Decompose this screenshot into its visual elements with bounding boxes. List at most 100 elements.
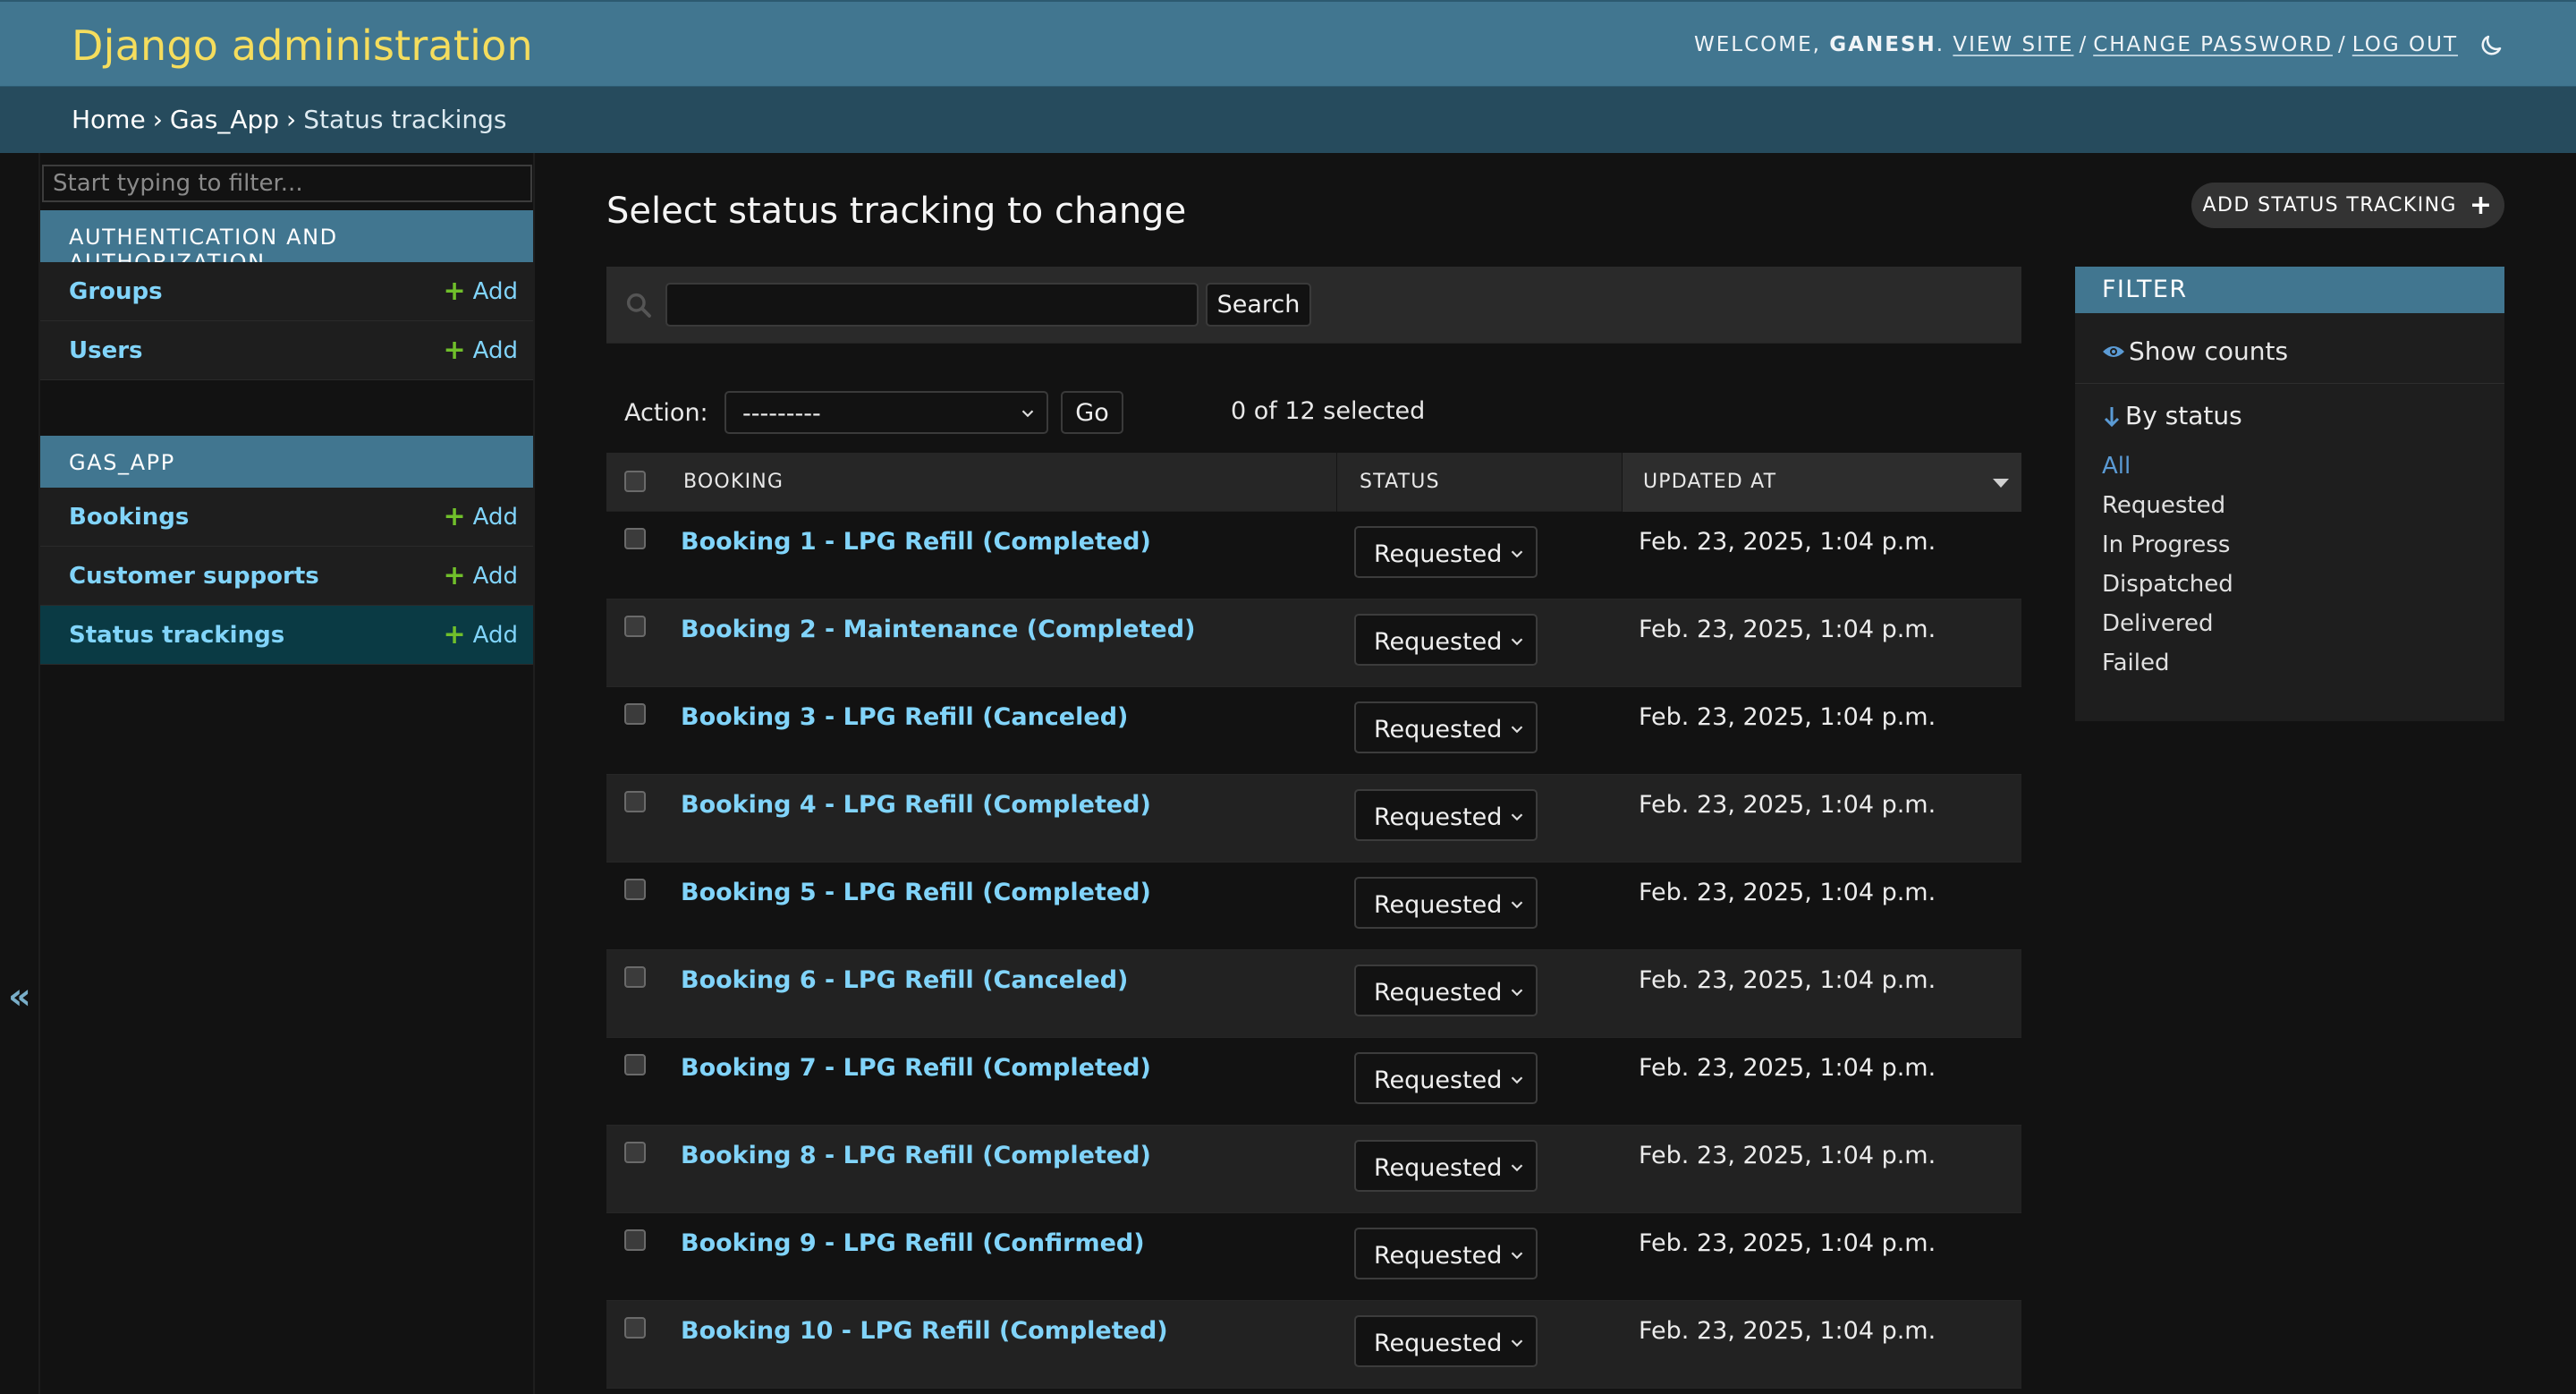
sort-desc-icon[interactable]: [1993, 479, 2009, 488]
updated-at-cell: Feb. 23, 2025, 1:04 p.m.: [1639, 528, 1936, 556]
sidebar-item-status-trackings[interactable]: Status trackings + Add: [40, 606, 533, 665]
filter-choice[interactable]: All: [2102, 453, 2233, 492]
row-checkbox[interactable]: [624, 791, 646, 812]
booking-link[interactable]: Booking 4 - LPG Refill (Completed): [681, 791, 1151, 819]
plus-icon: +: [2469, 189, 2494, 221]
breadcrumb: Home › Gas_App › Status trackings: [0, 87, 2576, 153]
row-checkbox[interactable]: [624, 1054, 646, 1075]
updated-at-cell: Feb. 23, 2025, 1:04 p.m.: [1639, 879, 1936, 906]
plus-icon: +: [443, 334, 466, 366]
chevron-down-icon: [1511, 901, 1523, 909]
table-row: Booking 5 - LPG Refill (Completed) Reques…: [606, 863, 2021, 950]
status-select[interactable]: Requested: [1354, 877, 1538, 929]
plus-icon: +: [443, 559, 466, 591]
table-row: Booking 9 - LPG Refill (Confirmed) Reques…: [606, 1213, 2021, 1301]
row-checkbox[interactable]: [624, 616, 646, 637]
select-all-checkbox[interactable]: [624, 471, 646, 492]
filter-choice[interactable]: In Progress: [2102, 531, 2233, 571]
table-row: Booking 3 - LPG Refill (Canceled) Request…: [606, 687, 2021, 775]
status-select[interactable]: Requested: [1354, 1228, 1538, 1279]
go-button[interactable]: Go: [1061, 391, 1123, 434]
sidebar-toggle-button[interactable]: «: [8, 976, 31, 1017]
booking-link[interactable]: Booking 6 - LPG Refill (Canceled): [681, 966, 1128, 994]
add-status-tracking-button[interactable]: ADD STATUS TRACKING +: [2191, 183, 2504, 228]
welcome-text: WELCOME,: [1694, 33, 1821, 56]
sidebar-item-groups[interactable]: Groups + Add: [40, 262, 533, 321]
row-checkbox[interactable]: [624, 1317, 646, 1339]
booking-link[interactable]: Booking 10 - LPG Refill (Completed): [681, 1317, 1168, 1345]
filter-choice[interactable]: Delivered: [2102, 610, 2233, 650]
sidebar-item-users[interactable]: Users + Add: [40, 321, 533, 380]
module-caption-auth[interactable]: AUTHENTICATION AND AUTHORIZATION: [40, 210, 533, 275]
nav-filter-input[interactable]: [42, 165, 532, 202]
filter-choice[interactable]: Dispatched: [2102, 571, 2233, 610]
booking-link[interactable]: Booking 2 - Maintenance (Completed): [681, 616, 1195, 643]
table-row: Booking 2 - Maintenance (Completed) Reque…: [606, 599, 2021, 687]
result-table: BOOKING STATUS UPDATED AT Booking 1 - LP…: [606, 453, 2021, 1389]
add-status-trackings-link[interactable]: + Add: [444, 621, 518, 649]
add-groups-link[interactable]: + Add: [444, 277, 518, 305]
updated-at-cell: Feb. 23, 2025, 1:04 p.m.: [1639, 1054, 1936, 1082]
status-select[interactable]: Requested: [1354, 1315, 1538, 1367]
add-bookings-link[interactable]: + Add: [443, 500, 518, 532]
column-header-updated-at[interactable]: UPDATED AT: [1643, 471, 1776, 493]
search-input[interactable]: [665, 283, 1199, 327]
header: Django administration WELCOME, GANESH. V…: [0, 0, 2576, 87]
sidebar-item-label[interactable]: Groups: [69, 278, 163, 305]
booking-link[interactable]: Booking 3 - LPG Refill (Canceled): [681, 703, 1128, 731]
log-out-link[interactable]: LOG OUT: [2352, 33, 2458, 56]
status-select[interactable]: Requested: [1354, 614, 1538, 666]
status-select[interactable]: Requested: [1354, 1052, 1538, 1104]
sidebar-item-label[interactable]: Users: [69, 337, 143, 364]
add-customer-supports-link[interactable]: + Add: [443, 559, 518, 591]
filter-choice[interactable]: Failed: [2102, 650, 2233, 689]
row-checkbox[interactable]: [624, 966, 646, 988]
change-password-link[interactable]: CHANGE PASSWORD: [2093, 33, 2333, 56]
status-select[interactable]: Requested: [1354, 701, 1538, 753]
booking-link[interactable]: Booking 5 - LPG Refill (Completed): [681, 879, 1151, 906]
row-checkbox[interactable]: [624, 1142, 646, 1163]
row-checkbox[interactable]: [624, 703, 646, 725]
column-header-status[interactable]: STATUS: [1360, 471, 1440, 493]
show-counts-link[interactable]: Show counts: [2102, 336, 2288, 366]
updated-at-cell: Feb. 23, 2025, 1:04 p.m.: [1639, 1229, 1936, 1257]
add-users-link[interactable]: + Add: [443, 334, 518, 366]
sidebar-item-bookings[interactable]: Bookings + Add: [40, 488, 533, 547]
booking-link[interactable]: Booking 9 - LPG Refill (Confirmed): [681, 1229, 1145, 1257]
row-checkbox[interactable]: [624, 1229, 646, 1251]
booking-link[interactable]: Booking 1 - LPG Refill (Completed): [681, 528, 1151, 556]
column-header-booking[interactable]: BOOKING: [683, 471, 784, 493]
status-select[interactable]: Requested: [1354, 965, 1538, 1016]
breadcrumb-app[interactable]: Gas_App: [170, 105, 279, 134]
booking-link[interactable]: Booking 8 - LPG Refill (Completed): [681, 1142, 1151, 1169]
plus-icon: +: [443, 500, 466, 532]
search-button[interactable]: Search: [1206, 283, 1311, 327]
moon-icon[interactable]: [2478, 32, 2504, 59]
search-icon: [626, 293, 651, 318]
booking-link[interactable]: Booking 7 - LPG Refill (Completed): [681, 1054, 1151, 1082]
sidebar-item-customer-supports[interactable]: Customer supports + Add: [40, 547, 533, 606]
status-select[interactable]: Requested: [1354, 789, 1538, 841]
row-checkbox[interactable]: [624, 879, 646, 900]
arrow-down-icon: [2104, 406, 2120, 427]
chevron-down-icon: [1511, 1164, 1523, 1172]
filter-choice[interactable]: Requested: [2102, 492, 2233, 531]
table-row: Booking 4 - LPG Refill (Completed) Reques…: [606, 775, 2021, 863]
sidebar-item-label[interactable]: Customer supports: [69, 563, 319, 590]
eye-icon: [2103, 345, 2124, 357]
status-select[interactable]: Requested: [1354, 526, 1538, 578]
row-checkbox[interactable]: [624, 528, 646, 549]
site-name[interactable]: Django administration: [72, 21, 533, 70]
table-row: Booking 8 - LPG Refill (Completed) Reques…: [606, 1126, 2021, 1213]
status-select[interactable]: Requested: [1354, 1140, 1538, 1192]
view-site-link[interactable]: VIEW SITE: [1953, 33, 2073, 56]
action-select[interactable]: ---------: [724, 391, 1048, 434]
updated-at-cell: Feb. 23, 2025, 1:04 p.m.: [1639, 966, 1936, 994]
updated-at-cell: Feb. 23, 2025, 1:04 p.m.: [1639, 1142, 1936, 1169]
module-caption-gas-app[interactable]: GAS_APP: [40, 436, 533, 488]
filter-by-status-heading[interactable]: By status: [2102, 401, 2242, 430]
sidebar-item-label[interactable]: Bookings: [69, 504, 189, 531]
sidebar-item-label[interactable]: Status trackings: [69, 622, 284, 649]
nav-sidebar: AUTHENTICATION AND AUTHORIZATION Groups …: [40, 153, 535, 1394]
breadcrumb-home[interactable]: Home: [72, 105, 146, 134]
